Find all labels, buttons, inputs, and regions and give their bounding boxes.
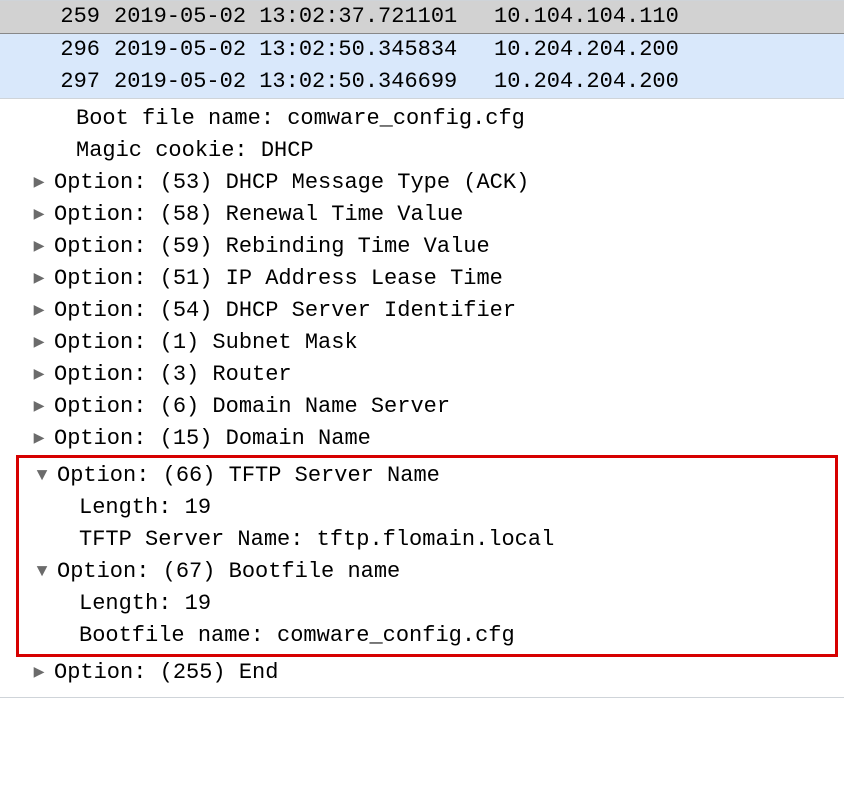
collapse-icon[interactable] [33, 460, 51, 492]
tree-item[interactable]: Option: (255) End [0, 657, 844, 689]
tree-item[interactable]: TFTP Server Name: tftp.flomain.local [19, 524, 835, 556]
dhcp-option: Option: (51) IP Address Lease Time [48, 263, 503, 295]
tree-item[interactable]: Length: 19 [19, 492, 835, 524]
highlighted-options: Option: (66) TFTP Server Name Length: 19… [16, 455, 838, 657]
expand-icon[interactable] [30, 199, 48, 231]
tree-item[interactable]: Option: (15) Domain Name [0, 423, 844, 455]
packet-no: 259 [0, 3, 114, 31]
expand-icon[interactable] [30, 359, 48, 391]
tree-item[interactable]: Option: (54) DHCP Server Identifier [0, 295, 844, 327]
tree-item[interactable]: Option: (3) Router [0, 359, 844, 391]
tree-item[interactable]: Option: (51) IP Address Lease Time [0, 263, 844, 295]
expand-icon[interactable] [30, 327, 48, 359]
packet-row[interactable]: 297 2019-05-02 13:02:50.346699 10.204.20… [0, 66, 844, 98]
dhcp-option: Option: (58) Renewal Time Value [48, 199, 463, 231]
packet-time: 2019-05-02 13:02:50.345834 [114, 36, 494, 64]
expand-icon[interactable] [30, 657, 48, 689]
packet-src: 10.204.204.200 [494, 36, 844, 64]
tree-item[interactable]: Option: (67) Bootfile name [19, 556, 835, 588]
expand-icon[interactable] [30, 263, 48, 295]
tree-item[interactable]: Magic cookie: DHCP [0, 135, 844, 167]
dhcp-option-66-value: TFTP Server Name: tftp.flomain.local [73, 524, 554, 556]
packet-src: 10.104.104.110 [494, 3, 844, 31]
expand-icon[interactable] [30, 295, 48, 327]
tree-item[interactable]: Option: (58) Renewal Time Value [0, 199, 844, 231]
dhcp-option-67-length: Length: 19 [73, 588, 211, 620]
expand-icon[interactable] [30, 423, 48, 455]
packet-row[interactable]: 296 2019-05-02 13:02:50.345834 10.204.20… [0, 34, 844, 66]
dhcp-option-end: Option: (255) End [48, 657, 278, 689]
detail-magic-cookie: Magic cookie: DHCP [70, 135, 314, 167]
packet-time: 2019-05-02 13:02:37.721101 [114, 3, 494, 31]
dhcp-option: Option: (59) Rebinding Time Value [48, 231, 490, 263]
dhcp-option-66-length: Length: 19 [73, 492, 211, 524]
expand-icon[interactable] [30, 231, 48, 263]
tree-item[interactable]: Boot file name: comware_config.cfg [0, 103, 844, 135]
dhcp-option-67: Option: (67) Bootfile name [51, 556, 400, 588]
dhcp-option: Option: (3) Router [48, 359, 292, 391]
dhcp-option: Option: (6) Domain Name Server [48, 391, 450, 423]
packet-list: 259 2019-05-02 13:02:37.721101 10.104.10… [0, 0, 844, 99]
tree-item[interactable]: Option: (53) DHCP Message Type (ACK) [0, 167, 844, 199]
packet-time: 2019-05-02 13:02:50.346699 [114, 68, 494, 96]
packet-no: 296 [0, 36, 114, 64]
packet-row[interactable]: 259 2019-05-02 13:02:37.721101 10.104.10… [0, 1, 844, 34]
dhcp-option: Option: (15) Domain Name [48, 423, 371, 455]
collapse-icon[interactable] [33, 556, 51, 588]
detail-boot-file: Boot file name: comware_config.cfg [70, 103, 525, 135]
tree-item[interactable]: Option: (66) TFTP Server Name [19, 460, 835, 492]
tree-item[interactable]: Option: (6) Domain Name Server [0, 391, 844, 423]
tree-item[interactable]: Length: 19 [19, 588, 835, 620]
dhcp-option-66: Option: (66) TFTP Server Name [51, 460, 440, 492]
dhcp-option: Option: (53) DHCP Message Type (ACK) [48, 167, 529, 199]
tree-item[interactable]: Option: (1) Subnet Mask [0, 327, 844, 359]
dhcp-option-67-value: Bootfile name: comware_config.cfg [73, 620, 515, 652]
packet-src: 10.204.204.200 [494, 68, 844, 96]
packet-no: 297 [0, 68, 114, 96]
dhcp-option: Option: (54) DHCP Server Identifier [48, 295, 516, 327]
packet-details: Boot file name: comware_config.cfg Magic… [0, 99, 844, 698]
expand-icon[interactable] [30, 167, 48, 199]
expand-icon[interactable] [30, 391, 48, 423]
dhcp-option: Option: (1) Subnet Mask [48, 327, 358, 359]
tree-item[interactable]: Bootfile name: comware_config.cfg [19, 620, 835, 652]
tree-item[interactable]: Option: (59) Rebinding Time Value [0, 231, 844, 263]
